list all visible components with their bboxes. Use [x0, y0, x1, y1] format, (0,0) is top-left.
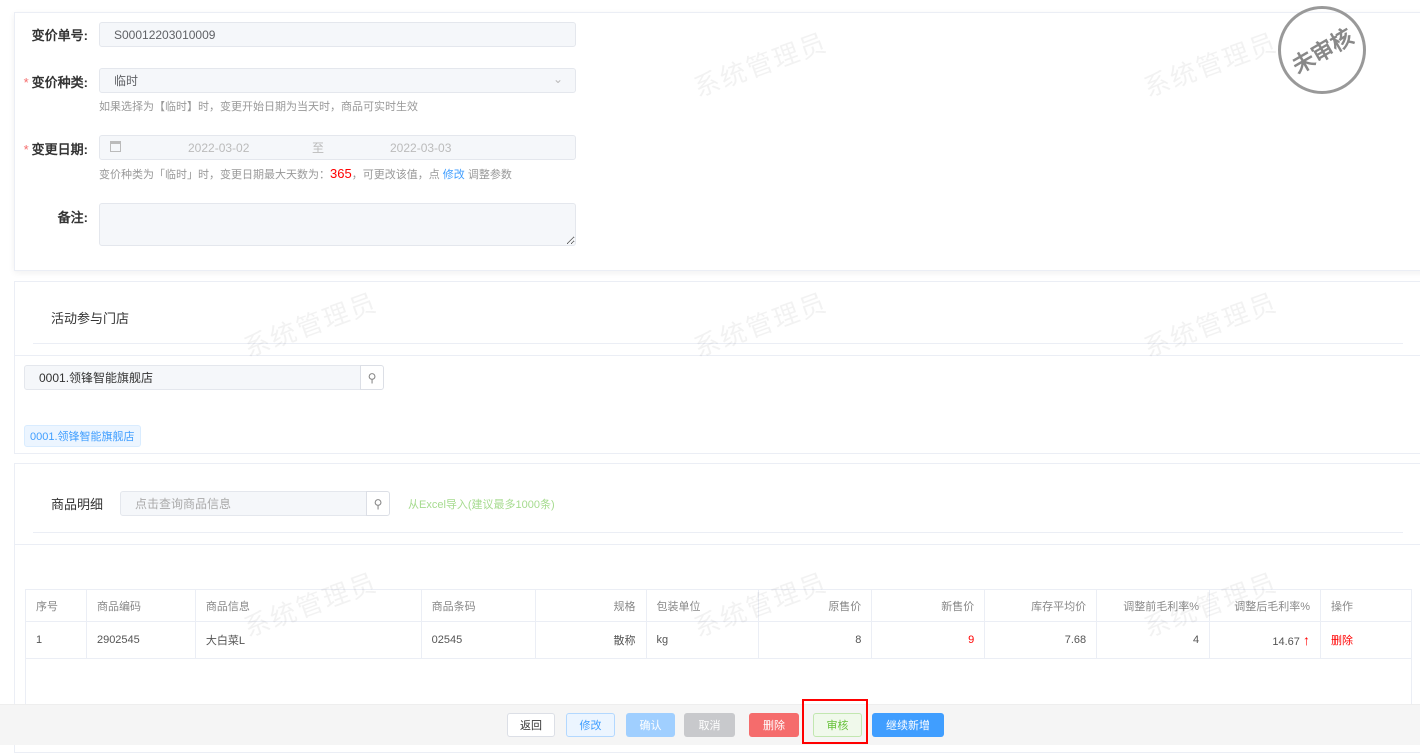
back-button[interactable]: 返回 [507, 713, 555, 737]
goods-title: 商品明细 [51, 497, 104, 512]
goods-search-input[interactable]: 点击查询商品信息 [120, 491, 367, 516]
date-hint-text: ，可更改该值，点 [351, 169, 443, 181]
confirm-button[interactable]: 确认 [626, 713, 675, 737]
type-select[interactable]: 临时 ⌄ [99, 68, 576, 93]
type-label: * 变价种类: [18, 72, 88, 91]
col-header: 操作 [1319, 589, 1413, 622]
date-label-text: 变更日期: [31, 142, 88, 157]
chevron-down-icon: ⌄ [552, 72, 563, 86]
delete-button[interactable]: 删除 [749, 713, 799, 737]
table-header: 序号 商品编码 商品信息 商品条码 规格 包装单位 原售价 新售价 库存平均价 … [25, 589, 1413, 622]
divider [14, 544, 1420, 545]
remark-label: 备注: [57, 210, 88, 225]
search-icon[interactable]: ⚲ [366, 491, 390, 516]
max-days: 365 [330, 166, 352, 181]
stores-title: 活动参与门店 [51, 311, 130, 326]
col-header: 调整后毛利率% [1209, 589, 1321, 622]
audit-button[interactable]: 审核 [813, 713, 862, 737]
col-header: 商品信息 [194, 589, 422, 622]
date-hint: 变价种类为「临时」时，变更日期最大天数为：365，可更改该值，点 修改 调整参数 [99, 166, 512, 182]
table-row: 1 2902545 大白菜L 02545 散称 kg 8 9 7.68 4 14… [25, 621, 1413, 659]
store-tag[interactable]: 0001.领锋智能旗舰店 [24, 425, 141, 447]
date-hint-text: 变价种类为「临时」时，变更日期最大天数为： [99, 169, 330, 181]
cell-old-price: 8 [758, 621, 873, 659]
order-no-label: 变价单号: [31, 28, 88, 43]
continue-add-button[interactable]: 继续新增 [872, 713, 944, 737]
cell-margin-before: 4 [1096, 621, 1211, 659]
required-mark: * [23, 75, 29, 90]
delete-row-link[interactable]: 删除 [1331, 635, 1353, 647]
calendar-icon [110, 141, 121, 152]
divider [33, 343, 1403, 344]
col-header: 商品条码 [420, 589, 536, 622]
date-range-input[interactable]: 2022-03-02 至 2022-03-03 [99, 135, 576, 160]
cell-action: 删除 [1319, 621, 1413, 659]
search-icon[interactable]: ⚲ [360, 365, 384, 390]
cell-new-price: 9 [871, 621, 986, 659]
arrow-up-icon: ↑ [1302, 632, 1310, 648]
type-hint: 如果选择为【临时】时，变更开始日期为当天时，商品可实时生效 [99, 101, 418, 113]
date-end[interactable]: 2022-03-03 [390, 141, 451, 155]
cancel-button[interactable]: 取消 [684, 713, 735, 737]
cell-info: 大白菜L [194, 621, 422, 659]
divider [33, 532, 1403, 533]
goods-table: 序号 商品编码 商品信息 商品条码 规格 包装单位 原售价 新售价 库存平均价 … [25, 589, 1413, 659]
order-no-input[interactable]: S00012203010009 [99, 22, 576, 47]
type-value: 临时 [114, 74, 139, 88]
col-header: 新售价 [871, 589, 986, 622]
col-header: 调整前毛利率% [1096, 589, 1211, 622]
col-header: 库存平均价 [984, 589, 1098, 622]
col-header: 序号 [25, 589, 87, 622]
stamp-text: 未审核 [1287, 23, 1358, 79]
excel-import-link[interactable]: 从Excel导入(建议最多1000条) [408, 496, 555, 512]
cell-barcode: 02545 [420, 621, 536, 659]
col-header: 商品编码 [85, 589, 196, 622]
cell-code: 2902545 [85, 621, 196, 659]
remark-textarea[interactable] [99, 203, 576, 246]
col-header: 原售价 [758, 589, 873, 622]
col-header: 包装单位 [645, 589, 760, 622]
cell-spec: 散称 [534, 621, 647, 659]
col-header: 规格 [534, 589, 647, 622]
cell-idx: 1 [25, 621, 87, 659]
cell-avg-cost: 7.68 [984, 621, 1098, 659]
type-label-text: 变价种类: [31, 75, 88, 90]
required-mark: * [23, 142, 29, 157]
edit-button[interactable]: 修改 [566, 713, 615, 737]
cell-unit: kg [645, 621, 760, 659]
date-start[interactable]: 2022-03-02 [188, 141, 249, 155]
margin-after-value: 14.67 [1272, 636, 1300, 648]
modify-link[interactable]: 修改 [443, 169, 465, 181]
cell-margin-after: 14.67 ↑ [1209, 621, 1321, 659]
date-label: * 变更日期: [18, 139, 88, 158]
status-stamp: 未审核 [1278, 6, 1366, 94]
store-search-input[interactable]: 0001.领锋智能旗舰店 [24, 365, 361, 390]
date-separator: 至 [312, 141, 325, 155]
date-hint-text: 调整参数 [464, 169, 512, 181]
divider [14, 355, 1420, 356]
